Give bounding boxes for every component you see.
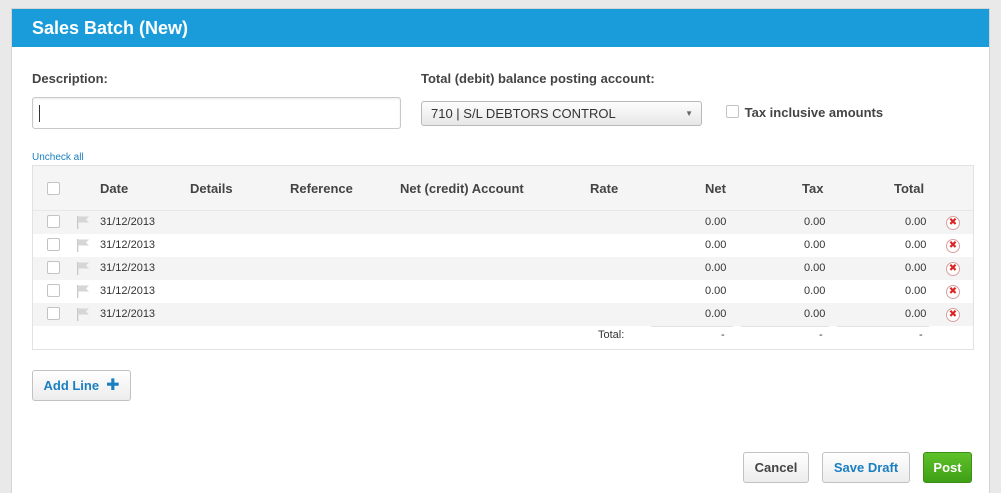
total-net: -	[721, 329, 725, 341]
tax-inclusive-checkbox[interactable]	[726, 105, 739, 119]
sales-batch-panel: Sales Batch (New) Description: Total (de…	[11, 8, 990, 493]
delete-row-icon[interactable]: ✖	[946, 216, 960, 230]
row-total[interactable]: 0.00	[905, 257, 926, 280]
table-row[interactable]: 31/12/2013 0.00 0.00 0.00 ✖	[33, 303, 973, 326]
total-total: -	[919, 329, 923, 341]
posting-account-value: 710 | S/L DEBTORS CONTROL	[431, 106, 616, 121]
page-title: Sales Batch (New)	[12, 9, 989, 47]
row-tax[interactable]: 0.00	[804, 257, 825, 280]
post-button[interactable]: Post	[923, 452, 972, 483]
col-reference[interactable]: Reference	[290, 166, 353, 211]
row-date[interactable]: 31/12/2013	[100, 303, 155, 326]
table-row[interactable]: 31/12/2013 0.00 0.00 0.00 ✖	[33, 280, 973, 303]
row-date[interactable]: 31/12/2013	[100, 257, 155, 280]
row-checkbox[interactable]	[47, 284, 60, 297]
row-tax[interactable]: 0.00	[804, 211, 825, 234]
row-net[interactable]: 0.00	[705, 257, 726, 280]
row-date[interactable]: 31/12/2013	[100, 234, 155, 257]
batch-grid: Date Details Reference Net (credit) Acco…	[32, 165, 974, 350]
tax-inclusive-label: Tax inclusive amounts	[744, 105, 884, 120]
add-line-button[interactable]: Add Line ✚	[32, 370, 131, 401]
row-net[interactable]: 0.00	[705, 303, 726, 326]
uncheck-all-link[interactable]: Uncheck all	[32, 152, 84, 163]
save-draft-button[interactable]: Save Draft	[822, 452, 910, 483]
total-tax: -	[819, 329, 823, 341]
col-rate[interactable]: Rate	[590, 166, 618, 211]
col-tax[interactable]: Tax	[802, 166, 823, 211]
row-date[interactable]: 31/12/2013	[100, 211, 155, 234]
row-checkbox[interactable]	[47, 307, 60, 320]
row-tax[interactable]: 0.00	[804, 234, 825, 257]
posting-account-select[interactable]: 710 | S/L DEBTORS CONTROL ▼	[421, 101, 702, 126]
table-row[interactable]: 31/12/2013 0.00 0.00 0.00 ✖	[33, 234, 973, 257]
row-checkbox[interactable]	[47, 215, 60, 228]
row-checkbox[interactable]	[47, 238, 60, 251]
col-total[interactable]: Total	[894, 166, 924, 211]
flag-icon[interactable]	[76, 308, 90, 321]
grid-header: Date Details Reference Net (credit) Acco…	[33, 166, 973, 211]
col-date[interactable]: Date	[100, 166, 128, 211]
col-net-account[interactable]: Net (credit) Account	[400, 166, 524, 211]
dropdown-arrow-icon: ▼	[685, 109, 693, 118]
row-net[interactable]: 0.00	[705, 280, 726, 303]
add-line-label: Add Line	[43, 378, 100, 393]
flag-icon[interactable]	[76, 285, 90, 298]
row-total[interactable]: 0.00	[905, 303, 926, 326]
row-tax[interactable]: 0.00	[804, 303, 825, 326]
row-checkbox[interactable]	[47, 261, 60, 274]
plus-icon: ✚	[106, 377, 120, 394]
row-total[interactable]: 0.00	[905, 234, 926, 257]
row-date[interactable]: 31/12/2013	[100, 280, 155, 303]
cancel-button[interactable]: Cancel	[743, 452, 809, 483]
row-net[interactable]: 0.00	[705, 234, 726, 257]
row-tax[interactable]: 0.00	[804, 280, 825, 303]
table-row[interactable]: 31/12/2013 0.00 0.00 0.00 ✖	[33, 257, 973, 280]
description-input[interactable]	[32, 97, 401, 129]
col-details[interactable]: Details	[190, 166, 233, 211]
row-total[interactable]: 0.00	[905, 211, 926, 234]
flag-icon[interactable]	[76, 239, 90, 252]
flag-icon[interactable]	[76, 216, 90, 229]
delete-row-icon[interactable]: ✖	[946, 308, 960, 322]
totals-row: Total: - - -	[33, 326, 973, 348]
totals-label: Total:	[598, 329, 625, 341]
row-total[interactable]: 0.00	[905, 280, 926, 303]
flag-icon[interactable]	[76, 262, 90, 275]
posting-account-label: Total (debit) balance posting account:	[421, 71, 655, 86]
table-row[interactable]: 31/12/2013 0.00 0.00 0.00 ✖	[33, 211, 973, 234]
row-net[interactable]: 0.00	[705, 211, 726, 234]
delete-row-icon[interactable]: ✖	[946, 239, 960, 253]
tax-inclusive-toggle[interactable]: Tax inclusive amounts	[726, 105, 883, 120]
col-net[interactable]: Net	[705, 166, 726, 211]
delete-row-icon[interactable]: ✖	[946, 262, 960, 276]
description-label: Description:	[32, 71, 108, 86]
delete-row-icon[interactable]: ✖	[946, 285, 960, 299]
select-all-checkbox[interactable]	[47, 182, 60, 195]
